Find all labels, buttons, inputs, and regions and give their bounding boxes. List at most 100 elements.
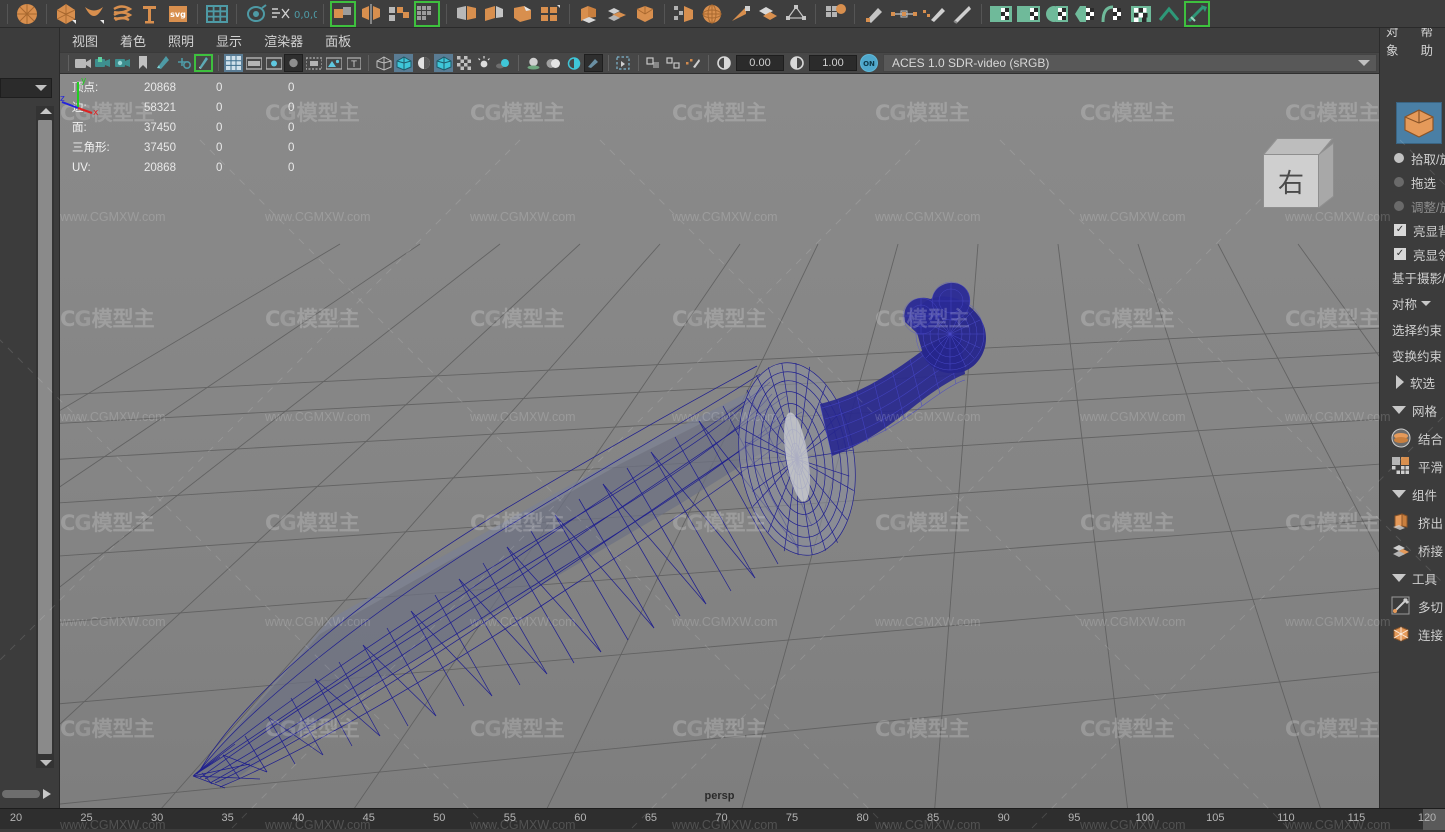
viewport-toolbar[interactable]: T <box>60 52 1379 74</box>
wedge-tool-icon[interactable] <box>727 1 753 27</box>
sidebar-symmetry[interactable]: 对称 <box>1384 290 1445 316</box>
menu-lighting[interactable]: 照明 <box>168 31 194 50</box>
combine-tool-icon[interactable] <box>330 1 356 27</box>
gamma-icon[interactable] <box>787 54 806 72</box>
sidebar-item-connect[interactable]: 连接 <box>1384 620 1445 648</box>
chevron-down-icon[interactable] <box>1421 301 1431 306</box>
boolean-difference-icon[interactable] <box>414 1 440 27</box>
menu-shading[interactable]: 着色 <box>120 31 146 50</box>
slider-track[interactable] <box>2 790 40 798</box>
uv-automatic-icon[interactable] <box>1072 1 1098 27</box>
cone-primitive-icon[interactable] <box>81 1 107 27</box>
mirror-tool-icon[interactable] <box>453 1 479 27</box>
viewport-3d[interactable]: 顶点: 20868 0 0 边: 58321 0 0 面: 37450 <box>60 74 1379 808</box>
left-dropdown[interactable] <box>0 78 52 98</box>
left-scrollbar[interactable] <box>36 106 54 768</box>
shadows-icon[interactable] <box>494 54 513 72</box>
camera-attributes-icon[interactable] <box>114 54 133 72</box>
sidebar-section-components[interactable]: 组件 <box>1384 480 1445 508</box>
sidebar-section-tools[interactable]: 工具 <box>1384 564 1445 592</box>
svg-import-icon[interactable]: svg <box>165 1 191 27</box>
resolution-gate-icon[interactable] <box>264 54 283 72</box>
play-right-icon[interactable] <box>43 789 51 799</box>
scroll-down-icon[interactable] <box>40 760 52 766</box>
fill-hole-icon[interactable] <box>632 1 658 27</box>
menu-panels[interactable]: 面板 <box>325 31 351 50</box>
chevron-down-icon[interactable] <box>1392 406 1406 414</box>
sidebar-item-smooth[interactable]: 平滑 <box>1384 452 1445 480</box>
menu-view[interactable]: 视图 <box>72 31 98 50</box>
wireframe-shading-icon[interactable] <box>374 54 393 72</box>
gate-mask-icon[interactable] <box>284 54 303 72</box>
multi-cut-icon[interactable] <box>822 1 848 27</box>
depth-of-field-icon[interactable] <box>584 54 603 72</box>
polygon-cube-tool-icon[interactable] <box>1396 102 1442 144</box>
scrollbar-thumb[interactable] <box>38 120 52 754</box>
color-space-dropdown[interactable]: ACES 1.0 SDR-video (sRGB) <box>883 54 1377 72</box>
quadrangulate-icon[interactable] <box>537 1 563 27</box>
polygon-sphere-icon[interactable] <box>53 1 79 27</box>
reduce-tool-icon[interactable] <box>671 1 697 27</box>
chevron-right-icon[interactable] <box>1396 375 1404 389</box>
boolean-union-icon[interactable] <box>386 1 412 27</box>
uv-spherical-icon[interactable] <box>1044 1 1070 27</box>
sidebar-radio-pick[interactable]: 拾取/放 <box>1384 148 1445 168</box>
text-tool-icon[interactable] <box>137 1 163 27</box>
menu-renderer[interactable]: 渲染器 <box>264 31 303 50</box>
gamma-value[interactable]: 1.00 <box>809 55 857 71</box>
uv-contour-icon[interactable] <box>1128 1 1154 27</box>
sidebar-item-bridge[interactable]: 桥接 <box>1384 536 1445 564</box>
2d-pan-zoom-icon[interactable] <box>174 54 193 72</box>
checkbox-checked-icon[interactable]: ✓ <box>1394 248 1406 260</box>
checkerboard-icon[interactable] <box>454 54 473 72</box>
isolate-select-icon[interactable] <box>614 54 633 72</box>
radio-mid-icon[interactable] <box>1394 177 1404 187</box>
xray-joints-icon[interactable] <box>664 54 683 72</box>
uv-camera-icon[interactable] <box>1100 1 1126 27</box>
uv-cut-icon[interactable] <box>1184 1 1210 27</box>
bookmark-icon[interactable] <box>134 54 153 72</box>
film-gate-icon[interactable] <box>244 54 263 72</box>
lock-camera-icon[interactable] <box>94 54 113 72</box>
safe-title-icon[interactable]: T <box>344 54 363 72</box>
textured-shading-icon[interactable] <box>434 54 453 72</box>
xray-toggle-icon[interactable] <box>644 54 663 72</box>
smooth-shade-all-icon[interactable] <box>394 54 413 72</box>
offset-edge-icon[interactable] <box>783 1 809 27</box>
bridge-tool-icon[interactable] <box>604 1 630 27</box>
safe-action-icon[interactable] <box>324 54 343 72</box>
uv-unfold-icon[interactable] <box>1156 1 1182 27</box>
sculpt-tool-icon[interactable] <box>243 1 269 27</box>
grid-toggle-icon[interactable] <box>224 54 243 72</box>
slide-edge-icon[interactable] <box>921 1 947 27</box>
knife-tool-icon[interactable] <box>949 1 975 27</box>
separate-tool-icon[interactable] <box>358 1 384 27</box>
select-camera-icon[interactable] <box>74 54 93 72</box>
sidebar-item-multicut[interactable]: 多切 <box>1384 592 1445 620</box>
sidebar-radio-tweak[interactable]: 调整/放 <box>1384 196 1445 216</box>
uv-planar-icon[interactable] <box>988 1 1014 27</box>
bevel-tool-icon[interactable] <box>509 1 535 27</box>
sidebar-section-soft-select[interactable]: 软选 <box>1384 368 1445 396</box>
view-cube-front-face[interactable]: 右 <box>1263 154 1319 208</box>
sidebar-item-extrude[interactable]: 挤出 <box>1384 508 1445 536</box>
shaded-wireframe-icon[interactable] <box>414 54 433 72</box>
snap-coords-icon[interactable]: 0,0,0 <box>271 1 317 27</box>
image-plane-icon[interactable] <box>154 54 173 72</box>
chevron-down-icon[interactable] <box>1358 60 1370 66</box>
view-cube[interactable]: 右 <box>1253 136 1331 214</box>
color-management-toggle-icon[interactable]: ON <box>860 54 878 72</box>
checkbox-checked-icon[interactable]: ✓ <box>1394 224 1406 236</box>
motion-blur-icon[interactable] <box>544 54 563 72</box>
helix-primitive-icon[interactable] <box>109 1 135 27</box>
menu-show[interactable]: 显示 <box>216 31 242 50</box>
sphereize-icon[interactable] <box>699 1 725 27</box>
chevron-down-icon[interactable] <box>1392 490 1406 498</box>
sidebar-camera-based[interactable]: 基于摄影/ <box>1384 264 1445 290</box>
sphere-primitive-icon[interactable] <box>14 1 40 27</box>
xray-active-components-icon[interactable] <box>684 54 703 72</box>
radio-off-icon[interactable] <box>1394 201 1404 211</box>
sidebar-section-mesh[interactable]: 网格 <box>1384 396 1445 424</box>
bottom-range-ruler[interactable]: 2025303540455055606570758085909510010511… <box>0 808 1445 829</box>
field-chart-icon[interactable] <box>304 54 323 72</box>
